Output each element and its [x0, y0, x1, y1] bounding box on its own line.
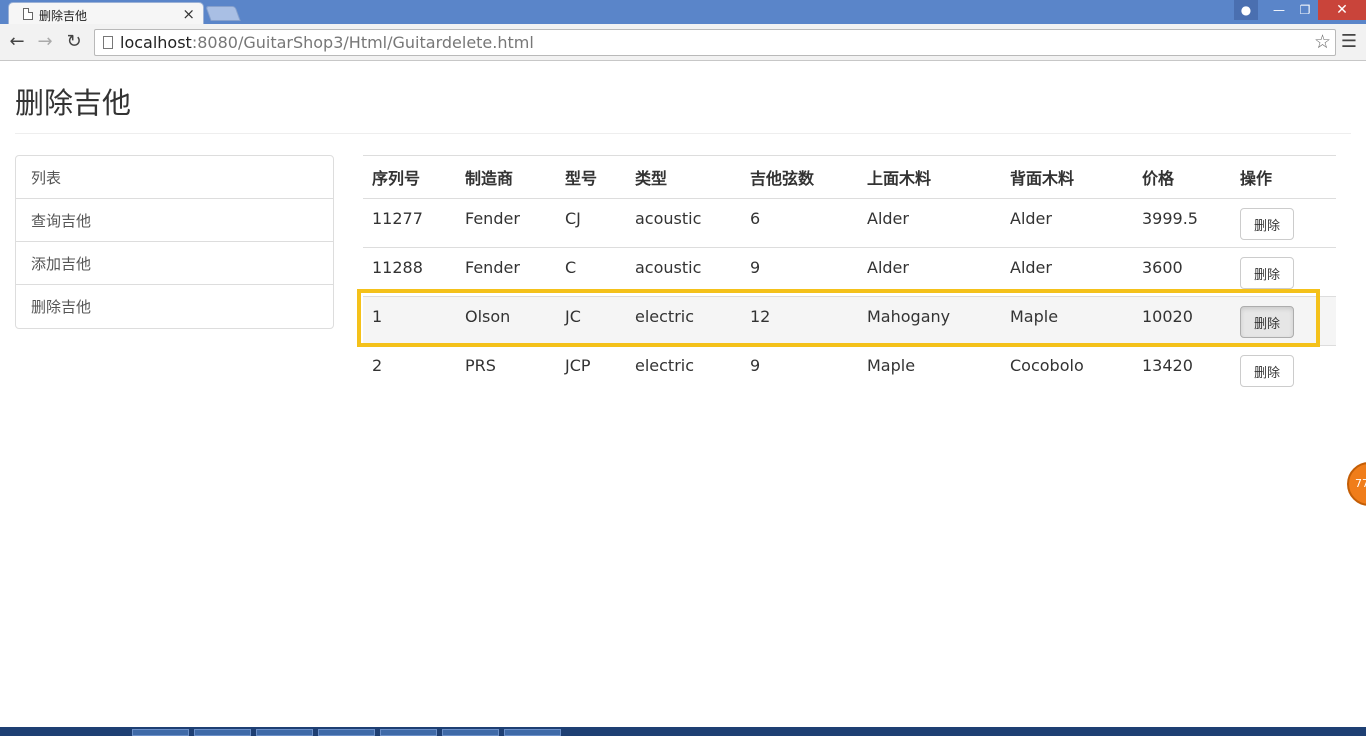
url-text[interactable]: localhost:8080/GuitarShop3/Html/Guitarde… [120, 33, 534, 52]
sidebar-item-list[interactable]: 列表 [16, 156, 333, 199]
close-icon[interactable]: × [182, 5, 195, 23]
cell-strings: 9 [741, 247, 858, 297]
cell-top-wood: Alder [858, 198, 1001, 248]
cell-builder: Olson [456, 296, 556, 346]
cell-model: JC [556, 296, 626, 346]
address-bar[interactable]: localhost:8080/GuitarShop3/Html/Guitarde… [94, 29, 1336, 56]
sidebar: 列表 查询吉他 添加吉他 删除吉他 [15, 155, 334, 329]
cell-price: 3999.5 [1133, 198, 1231, 248]
cell-strings: 9 [750, 356, 761, 375]
page-icon [23, 8, 33, 20]
cell-model: C [556, 247, 626, 297]
cell-back-wood: Alder [1001, 198, 1133, 248]
cell-type: electric [626, 296, 741, 346]
menu-icon[interactable]: ☰ [1338, 30, 1360, 54]
delete-button[interactable]: 删除 [1240, 257, 1294, 289]
cell-back-wood: Maple [1001, 296, 1133, 346]
document-icon [103, 36, 113, 49]
cell-model: CJ [556, 198, 626, 248]
table-row: 11288 Fender C acoustic 9 Alder Alder 36… [363, 247, 1336, 297]
cell-strings: 6 [741, 198, 858, 248]
cell-back-wood: Cocobolo [1010, 356, 1084, 375]
cell-action: 删除 [1231, 198, 1336, 248]
delete-button[interactable]: 删除 [1240, 306, 1294, 338]
taskbar-item[interactable] [318, 729, 375, 736]
header-back-wood: 背面木料 [1001, 155, 1133, 199]
header-serial: 序列号 [363, 155, 456, 199]
cell-type: electric [635, 356, 695, 375]
cell-builder: Fender [456, 198, 556, 248]
title-divider [15, 133, 1351, 134]
cell-top-wood: Maple [867, 356, 916, 375]
cell-price: 13420 [1142, 356, 1193, 375]
taskbar-item[interactable] [132, 729, 189, 736]
sidebar-item-query[interactable]: 查询吉他 [16, 199, 333, 242]
header-action: 操作 [1231, 155, 1336, 199]
cell-type: acoustic [626, 247, 741, 297]
header-builder: 制造商 [456, 155, 556, 199]
taskbar-item[interactable] [504, 729, 561, 736]
cell-type: acoustic [626, 198, 741, 248]
table-row: 2 PRS JCP electric 9 Maple Cocobolo 1342… [363, 346, 1336, 395]
cell-serial: 1 [363, 296, 456, 346]
header-type: 类型 [626, 155, 741, 199]
cell-builder: Fender [456, 247, 556, 297]
cell-action: 删除 [1231, 296, 1336, 346]
table-header-row: 序列号 制造商 型号 类型 吉他弦数 上面木料 背面木料 价格 操作 [363, 155, 1336, 199]
delete-button[interactable]: 删除 [1240, 355, 1294, 387]
delete-button[interactable]: 删除 [1240, 208, 1294, 240]
table-row: 11277 Fender CJ acoustic 6 Alder Alder 3… [363, 198, 1336, 248]
url-path: :8080/GuitarShop3/Html/Guitardelete.html [191, 33, 534, 52]
cell-top-wood: Alder [858, 247, 1001, 297]
url-host: localhost [120, 33, 192, 52]
browser-titlebar: 删除吉他 × ● — ❐ ✕ [0, 0, 1366, 25]
taskbar-item[interactable] [194, 729, 251, 736]
cell-builder: PRS [465, 356, 496, 375]
sidebar-item-add[interactable]: 添加吉他 [16, 242, 333, 285]
tab-title: 删除吉他 [39, 9, 88, 23]
header-price: 价格 [1133, 155, 1231, 199]
cell-back-wood: Alder [1001, 247, 1133, 297]
reload-icon[interactable]: ↻ [62, 30, 86, 54]
back-arrow-icon[interactable]: ← [5, 30, 29, 54]
star-icon[interactable]: ☆ [1314, 31, 1331, 53]
cell-action: 删除 [1231, 247, 1336, 297]
page-title: 删除吉他 [15, 86, 132, 120]
taskbar-item[interactable] [256, 729, 313, 736]
cell-price: 3600 [1133, 247, 1231, 297]
header-top-wood: 上面木料 [858, 155, 1001, 199]
cell-top-wood: Mahogany [858, 296, 1001, 346]
taskbar-item[interactable] [442, 729, 499, 736]
browser-tab[interactable]: 删除吉他 × [8, 2, 204, 25]
cell-price: 10020 [1133, 296, 1231, 346]
cell-serial: 2 [372, 356, 383, 375]
taskbar-item[interactable] [380, 729, 437, 736]
cell-action: 删除 [1231, 346, 1336, 395]
guitar-table: 序列号 制造商 型号 类型 吉他弦数 上面木料 背面木料 价格 操作 11277… [363, 155, 1336, 395]
forward-arrow-icon[interactable]: → [33, 30, 57, 54]
cell-serial: 11288 [363, 247, 456, 297]
cell-serial: 11277 [363, 198, 456, 248]
cell-strings: 12 [741, 296, 858, 346]
sidebar-item-delete[interactable]: 删除吉他 [16, 285, 333, 328]
user-icon[interactable]: ● [1234, 0, 1258, 20]
window-close-icon[interactable]: ✕ [1318, 0, 1366, 20]
maximize-icon[interactable]: ❐ [1292, 0, 1318, 20]
minimize-icon[interactable]: — [1266, 0, 1292, 20]
table-row: 1 Olson JC electric 12 Mahogany Maple 10… [363, 296, 1336, 346]
browser-toolbar: ← → ↻ localhost:8080/GuitarShop3/Html/Gu… [0, 24, 1366, 61]
header-model: 型号 [556, 155, 626, 199]
header-strings: 吉他弦数 [741, 155, 858, 199]
cell-model: JCP [565, 356, 591, 375]
floating-badge[interactable]: 77 [1347, 462, 1366, 506]
new-tab-button[interactable] [205, 6, 241, 21]
